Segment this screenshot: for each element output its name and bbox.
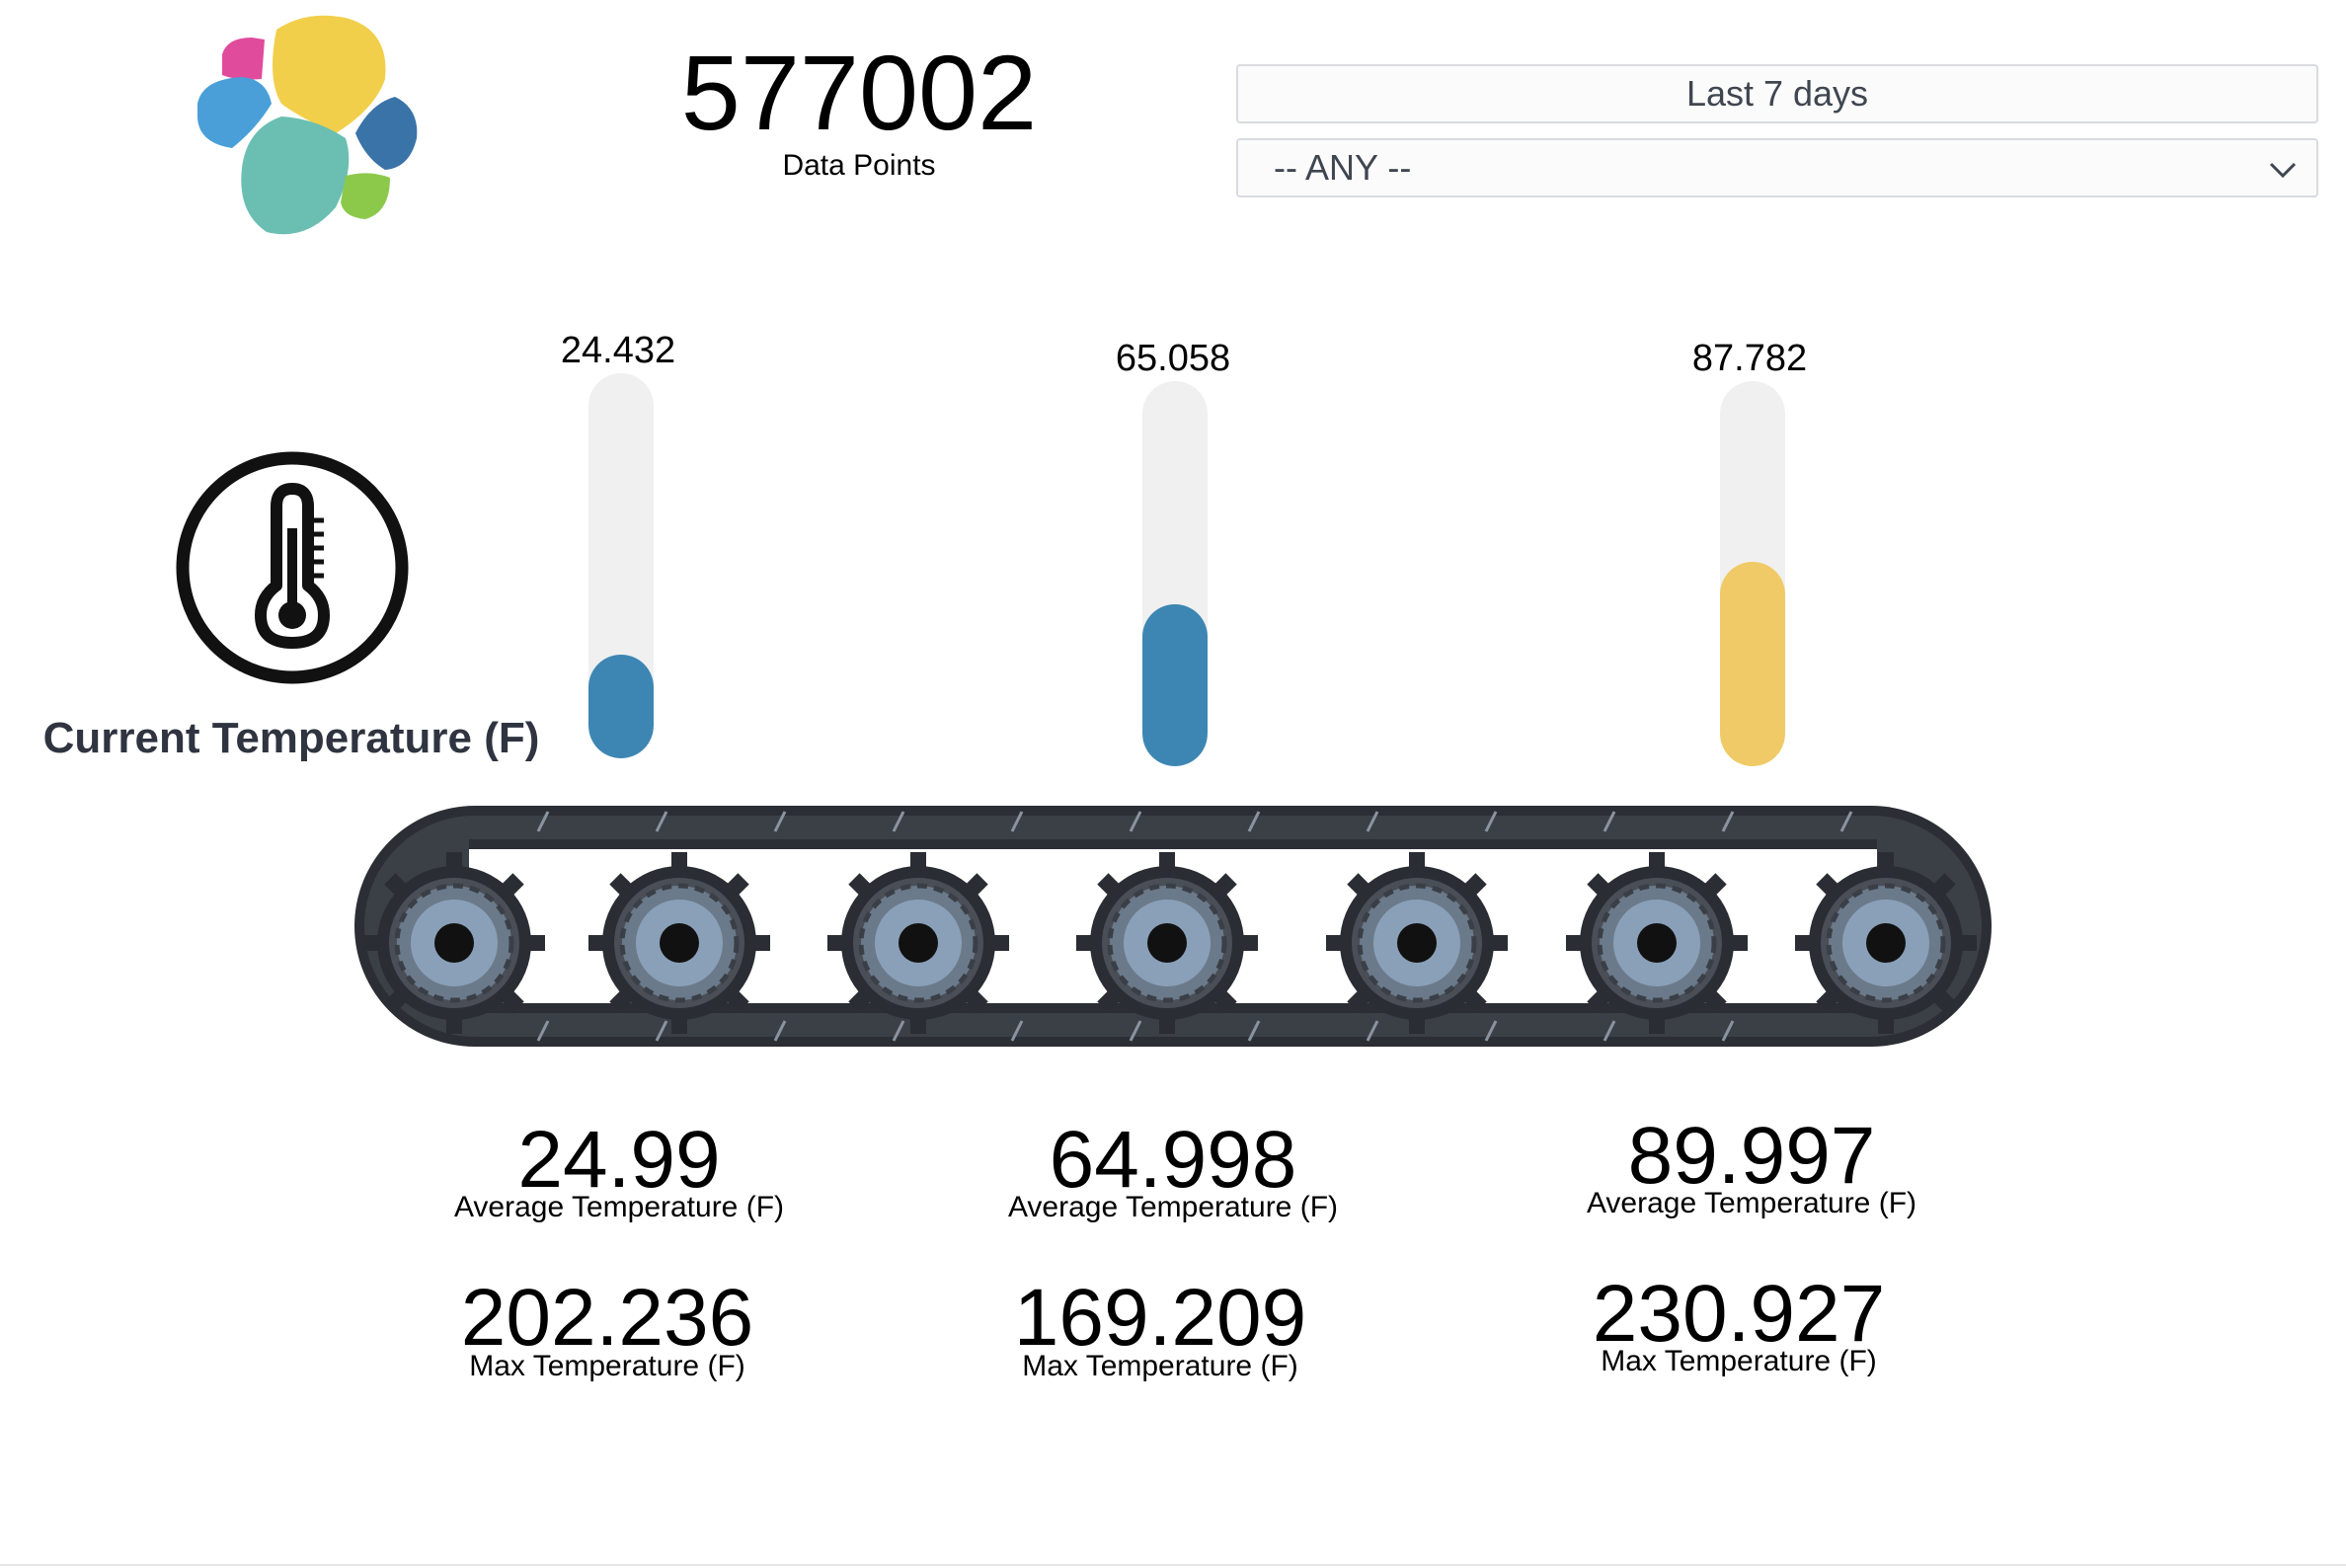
avg-temp-3-value: 89.997 [1627,1111,1876,1201]
max-temp-1-value: 202.236 [460,1273,754,1363]
avg-temp-1-label: Average Temperature (F) [453,1191,785,1223]
avg-temp-2-value: 64.998 [1049,1115,1297,1205]
avg-temp-1-value: 24.99 [517,1115,721,1205]
gauge-3-fill [1720,562,1785,766]
gauge-2-fill [1142,604,1208,766]
gauge-3-value: 87.782 [1691,338,1808,379]
gauge-1-value: 24.432 [560,330,676,371]
data-points-label: Data Points [782,149,936,182]
max-temp-3-value: 230.927 [1592,1269,1886,1359]
current-temperature-title: Current Temperature (F) [42,714,540,762]
any-filter-select[interactable]: -- ANY -- [1236,138,2318,197]
any-filter-value: -- ANY -- [1274,147,1412,188]
avg-temp-3-label: Average Temperature (F) [1586,1187,1917,1219]
elastic-logo [197,15,418,235]
thermometer-icon [176,451,409,684]
gauge-3-track [1720,381,1785,766]
time-range-filter[interactable]: Last 7 days [1236,64,2318,123]
max-temp-2-label: Max Temperature (F) [1022,1350,1298,1382]
gauge-1-fill [588,654,654,758]
conveyor-belt-illustration [354,806,1992,1047]
avg-temp-2-label: Average Temperature (F) [1007,1191,1339,1223]
max-temp-1-label: Max Temperature (F) [469,1350,745,1382]
time-range-label: Last 7 days [1685,73,1869,114]
chevron-down-icon [2269,162,2297,179]
data-points-value: 577002 [680,33,1038,152]
max-temp-2-value: 169.209 [1013,1273,1307,1363]
gauge-2-value: 65.058 [1115,338,1231,379]
max-temp-3-label: Max Temperature (F) [1601,1345,1877,1377]
bottom-divider [0,1564,2346,1566]
gauge-2-track [1142,381,1208,766]
gauge-1-track [588,373,654,758]
